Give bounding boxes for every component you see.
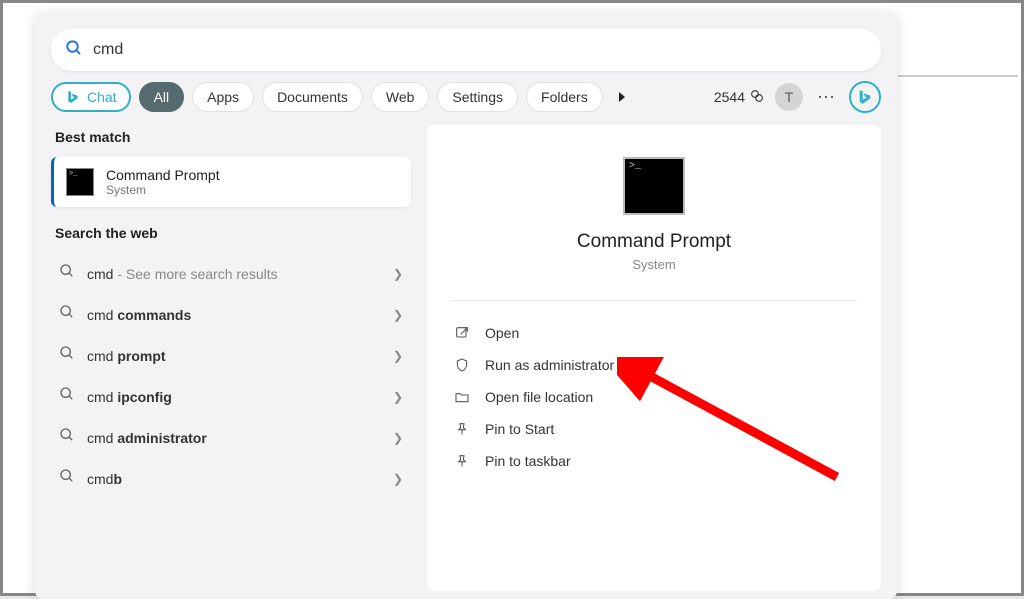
filter-folders[interactable]: Folders (526, 82, 603, 112)
web-search-item[interactable]: cmdb ❯ (51, 458, 411, 499)
search-icon (65, 39, 83, 62)
filter-row: Chat All Apps Documents Web Settings Fol… (35, 81, 897, 125)
web-search-item[interactable]: cmd administrator ❯ (51, 417, 411, 458)
pin-icon (453, 421, 471, 437)
search-icon (59, 427, 75, 448)
filter-settings[interactable]: Settings (437, 82, 518, 112)
filter-all[interactable]: All (139, 82, 185, 112)
trophy-icon (749, 88, 765, 107)
web-search-item[interactable]: cmd - See more search results ❯ (51, 253, 411, 294)
action-pin-start[interactable]: Pin to Start (447, 413, 861, 445)
filter-all-label: All (154, 89, 170, 105)
rewards-points[interactable]: 2544 (714, 88, 765, 107)
search-icon (59, 304, 75, 325)
web-search-item[interactable]: cmd commands ❯ (51, 294, 411, 335)
shield-icon (453, 357, 471, 373)
folder-icon (453, 389, 471, 405)
avatar-letter: T (785, 89, 794, 105)
filter-documents[interactable]: Documents (262, 82, 363, 112)
best-match-label: Best match (55, 129, 411, 145)
chevron-right-icon: ❯ (393, 472, 403, 486)
detail-subtitle: System (447, 257, 861, 272)
cmd-prompt-icon (66, 168, 94, 196)
filter-documents-label: Documents (277, 89, 348, 105)
cmd-prompt-icon-large (623, 157, 685, 215)
best-match-title: Command Prompt (106, 167, 220, 183)
action-open-label: Open (485, 325, 519, 341)
web-item-text: cmd administrator (87, 430, 381, 446)
filter-chat-label: Chat (87, 89, 117, 105)
filter-more-icon[interactable] (611, 86, 633, 108)
best-match-item[interactable]: Command Prompt System (51, 157, 411, 207)
filter-web-label: Web (386, 89, 415, 105)
chevron-right-icon: ❯ (393, 267, 403, 281)
filter-chat[interactable]: Chat (51, 82, 131, 112)
user-avatar[interactable]: T (775, 83, 803, 111)
web-item-text: cmd prompt (87, 348, 381, 364)
detail-title: Command Prompt (447, 231, 861, 253)
chevron-right-icon: ❯ (393, 431, 403, 445)
filter-settings-label: Settings (452, 89, 503, 105)
web-search-item[interactable]: cmd prompt ❯ (51, 335, 411, 376)
action-open[interactable]: Open (447, 317, 861, 349)
web-search-item[interactable]: cmd ipconfig ❯ (51, 376, 411, 417)
bing-icon (65, 89, 81, 105)
search-bar[interactable] (51, 29, 881, 71)
action-pin-taskbar-label: Pin to taskbar (485, 453, 571, 469)
divider (451, 300, 857, 301)
action-run-admin-label: Run as administrator (485, 357, 614, 373)
bing-chat-button[interactable] (849, 81, 881, 113)
pin-icon (453, 453, 471, 469)
search-icon (59, 263, 75, 284)
search-input[interactable] (93, 41, 867, 59)
web-item-text: cmdb (87, 471, 381, 487)
action-file-location[interactable]: Open file location (447, 381, 861, 413)
filter-apps[interactable]: Apps (192, 82, 254, 112)
results-pane: Best match Command Prompt System Search … (51, 125, 411, 591)
search-icon (59, 468, 75, 489)
filter-apps-label: Apps (207, 89, 239, 105)
action-pin-taskbar[interactable]: Pin to taskbar (447, 445, 861, 477)
web-item-text: cmd commands (87, 307, 381, 323)
action-run-admin[interactable]: Run as administrator (447, 349, 861, 381)
open-icon (453, 325, 471, 341)
search-window: Chat All Apps Documents Web Settings Fol… (35, 13, 897, 599)
more-menu-icon[interactable]: ⋯ (813, 87, 839, 108)
chevron-right-icon: ❯ (393, 349, 403, 363)
search-icon (59, 386, 75, 407)
action-file-location-label: Open file location (485, 389, 593, 405)
search-web-label: Search the web (55, 225, 411, 241)
chevron-right-icon: ❯ (393, 308, 403, 322)
chevron-right-icon: ❯ (393, 390, 403, 404)
search-icon (59, 345, 75, 366)
filter-web[interactable]: Web (371, 82, 430, 112)
action-pin-start-label: Pin to Start (485, 421, 554, 437)
best-match-subtitle: System (106, 183, 220, 197)
web-item-text: cmd ipconfig (87, 389, 381, 405)
filter-folders-label: Folders (541, 89, 588, 105)
detail-pane: Command Prompt System Open Run as admini… (427, 125, 881, 591)
web-item-text: cmd - See more search results (87, 266, 381, 282)
points-value: 2544 (714, 89, 745, 105)
